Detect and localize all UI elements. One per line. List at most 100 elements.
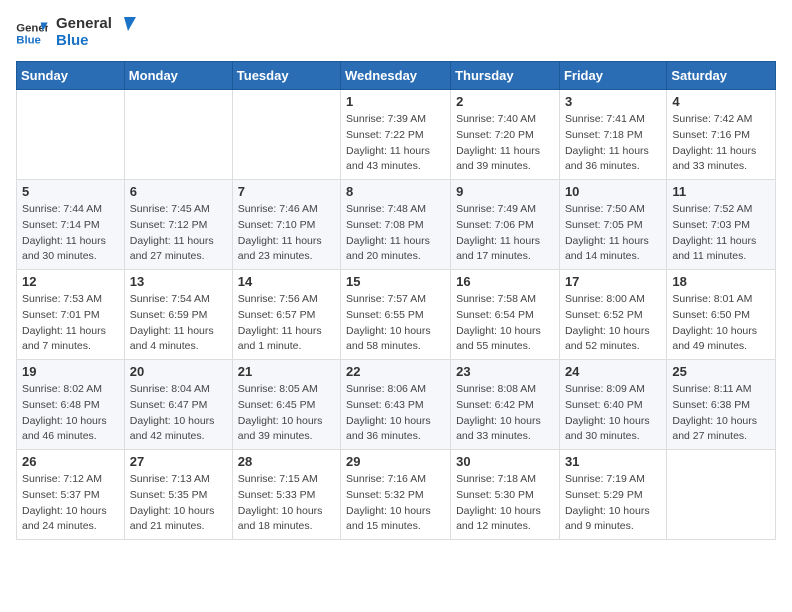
calendar-cell: 24 Sunrise: 8:09 AM Sunset: 6:40 PM Dayli… (559, 360, 666, 450)
calendar-cell: 23Sunrise: 8:08 AM Sunset: 6:42 PM Dayli… (451, 360, 560, 450)
logo: General Blue General Blue (16, 16, 136, 49)
day-info: Sunrise: 7:53 AM Sunset: 7:01 PM Dayligh… (22, 292, 119, 355)
day-number: 10 (565, 184, 661, 199)
day-info: Sunrise: 7:39 AM Sunset: 7:22 PM Dayligh… (346, 112, 445, 175)
day-info: Sunrise: 7:54 AM Sunset: 6:59 PM Dayligh… (130, 292, 227, 355)
day-info: Sunrise: 7:13 AM Sunset: 5:35 PM Dayligh… (130, 472, 227, 535)
day-number: 29 (346, 454, 445, 469)
calendar-cell: 10 Sunrise: 7:50 AM Sunset: 7:05 PM Dayli… (559, 180, 666, 270)
calendar-cell (124, 90, 232, 180)
calendar-cell: 16 Sunrise: 7:58 AM Sunset: 6:54 PM Dayli… (451, 270, 560, 360)
day-number: 2 (456, 94, 554, 109)
day-info: Sunrise: 7:44 AM Sunset: 7:14 PM Dayligh… (22, 202, 119, 265)
calendar-cell: 22Sunrise: 8:06 AM Sunset: 6:43 PM Dayli… (341, 360, 451, 450)
weekday-monday: Monday (124, 62, 232, 90)
calendar-cell: 21 Sunrise: 8:05 AM Sunset: 6:45 PM Dayli… (232, 360, 340, 450)
day-info: Sunrise: 7:46 AM Sunset: 7:10 PM Dayligh… (238, 202, 335, 265)
day-number: 15 (346, 274, 445, 289)
day-number: 22 (346, 364, 445, 379)
weekday-thursday: Thursday (451, 62, 560, 90)
day-number: 20 (130, 364, 227, 379)
day-number: 18 (672, 274, 770, 289)
day-number: 19 (22, 364, 119, 379)
day-info: Sunrise: 7:57 AM Sunset: 6:55 PM Dayligh… (346, 292, 445, 355)
day-number: 17 (565, 274, 661, 289)
day-number: 16 (456, 274, 554, 289)
weekday-tuesday: Tuesday (232, 62, 340, 90)
calendar-cell: 19 Sunrise: 8:02 AM Sunset: 6:48 PM Dayli… (17, 360, 125, 450)
calendar-cell: 3Sunrise: 7:41 AM Sunset: 7:18 PM Daylig… (559, 90, 666, 180)
calendar-cell: 4 Sunrise: 7:42 AM Sunset: 7:16 PM Daylig… (667, 90, 776, 180)
calendar-cell: 31Sunrise: 7:19 AM Sunset: 5:29 PM Dayli… (559, 450, 666, 540)
day-number: 24 (565, 364, 661, 379)
day-info: Sunrise: 8:02 AM Sunset: 6:48 PM Dayligh… (22, 382, 119, 445)
day-info: Sunrise: 8:09 AM Sunset: 6:40 PM Dayligh… (565, 382, 661, 445)
weekday-wednesday: Wednesday (341, 62, 451, 90)
calendar-cell: 30 Sunrise: 7:18 AM Sunset: 5:30 PM Dayli… (451, 450, 560, 540)
day-info: Sunrise: 7:49 AM Sunset: 7:06 PM Dayligh… (456, 202, 554, 265)
day-number: 4 (672, 94, 770, 109)
day-number: 7 (238, 184, 335, 199)
calendar-body: 1 Sunrise: 7:39 AM Sunset: 7:22 PM Daylig… (17, 90, 776, 540)
day-number: 26 (22, 454, 119, 469)
day-info: Sunrise: 7:42 AM Sunset: 7:16 PM Dayligh… (672, 112, 770, 175)
calendar-cell: 12 Sunrise: 7:53 AM Sunset: 7:01 PM Dayli… (17, 270, 125, 360)
day-info: Sunrise: 8:00 AM Sunset: 6:52 PM Dayligh… (565, 292, 661, 355)
day-number: 6 (130, 184, 227, 199)
logo-general: General (56, 16, 112, 33)
calendar-cell: 2 Sunrise: 7:40 AM Sunset: 7:20 PM Daylig… (451, 90, 560, 180)
day-info: Sunrise: 8:01 AM Sunset: 6:50 PM Dayligh… (672, 292, 770, 355)
calendar-cell: 6Sunrise: 7:45 AM Sunset: 7:12 PM Daylig… (124, 180, 232, 270)
svg-text:Blue: Blue (16, 34, 41, 46)
day-info: Sunrise: 7:58 AM Sunset: 6:54 PM Dayligh… (456, 292, 554, 355)
day-number: 28 (238, 454, 335, 469)
week-row-2: 5 Sunrise: 7:44 AM Sunset: 7:14 PM Daylig… (17, 180, 776, 270)
day-info: Sunrise: 7:15 AM Sunset: 5:33 PM Dayligh… (238, 472, 335, 535)
weekday-header-row: SundayMondayTuesdayWednesdayThursdayFrid… (17, 62, 776, 90)
day-info: Sunrise: 7:48 AM Sunset: 7:08 PM Dayligh… (346, 202, 445, 265)
calendar-cell: 20Sunrise: 8:04 AM Sunset: 6:47 PM Dayli… (124, 360, 232, 450)
logo-blue: Blue (56, 33, 112, 50)
day-info: Sunrise: 7:19 AM Sunset: 5:29 PM Dayligh… (565, 472, 661, 535)
calendar-cell: 5 Sunrise: 7:44 AM Sunset: 7:14 PM Daylig… (17, 180, 125, 270)
day-number: 13 (130, 274, 227, 289)
calendar-cell: 7 Sunrise: 7:46 AM Sunset: 7:10 PM Daylig… (232, 180, 340, 270)
day-number: 12 (22, 274, 119, 289)
week-row-1: 1 Sunrise: 7:39 AM Sunset: 7:22 PM Daylig… (17, 90, 776, 180)
day-info: Sunrise: 8:11 AM Sunset: 6:38 PM Dayligh… (672, 382, 770, 445)
calendar-cell (667, 450, 776, 540)
weekday-saturday: Saturday (667, 62, 776, 90)
day-info: Sunrise: 7:16 AM Sunset: 5:32 PM Dayligh… (346, 472, 445, 535)
calendar-cell: 17 Sunrise: 8:00 AM Sunset: 6:52 PM Dayli… (559, 270, 666, 360)
day-info: Sunrise: 7:50 AM Sunset: 7:05 PM Dayligh… (565, 202, 661, 265)
day-number: 25 (672, 364, 770, 379)
day-info: Sunrise: 7:52 AM Sunset: 7:03 PM Dayligh… (672, 202, 770, 265)
weekday-friday: Friday (559, 62, 666, 90)
day-number: 9 (456, 184, 554, 199)
day-info: Sunrise: 7:18 AM Sunset: 5:30 PM Dayligh… (456, 472, 554, 535)
calendar-cell: 25 Sunrise: 8:11 AM Sunset: 6:38 PM Dayli… (667, 360, 776, 450)
day-info: Sunrise: 7:56 AM Sunset: 6:57 PM Dayligh… (238, 292, 335, 355)
day-number: 5 (22, 184, 119, 199)
calendar-cell (17, 90, 125, 180)
logo-icon: General Blue (16, 19, 48, 47)
day-number: 1 (346, 94, 445, 109)
calendar-cell: 13 Sunrise: 7:54 AM Sunset: 6:59 PM Dayli… (124, 270, 232, 360)
calendar-cell: 14 Sunrise: 7:56 AM Sunset: 6:57 PM Dayli… (232, 270, 340, 360)
day-info: Sunrise: 7:40 AM Sunset: 7:20 PM Dayligh… (456, 112, 554, 175)
week-row-3: 12 Sunrise: 7:53 AM Sunset: 7:01 PM Dayli… (17, 270, 776, 360)
day-info: Sunrise: 8:05 AM Sunset: 6:45 PM Dayligh… (238, 382, 335, 445)
day-number: 30 (456, 454, 554, 469)
day-number: 11 (672, 184, 770, 199)
day-number: 14 (238, 274, 335, 289)
day-number: 27 (130, 454, 227, 469)
day-number: 21 (238, 364, 335, 379)
calendar-cell: 29 Sunrise: 7:16 AM Sunset: 5:32 PM Dayli… (341, 450, 451, 540)
week-row-4: 19 Sunrise: 8:02 AM Sunset: 6:48 PM Dayli… (17, 360, 776, 450)
calendar-cell: 28 Sunrise: 7:15 AM Sunset: 5:33 PM Dayli… (232, 450, 340, 540)
day-info: Sunrise: 7:12 AM Sunset: 5:37 PM Dayligh… (22, 472, 119, 535)
day-number: 3 (565, 94, 661, 109)
calendar-cell: 15 Sunrise: 7:57 AM Sunset: 6:55 PM Dayli… (341, 270, 451, 360)
day-number: 23 (456, 364, 554, 379)
calendar-table: SundayMondayTuesdayWednesdayThursdayFrid… (16, 61, 776, 540)
